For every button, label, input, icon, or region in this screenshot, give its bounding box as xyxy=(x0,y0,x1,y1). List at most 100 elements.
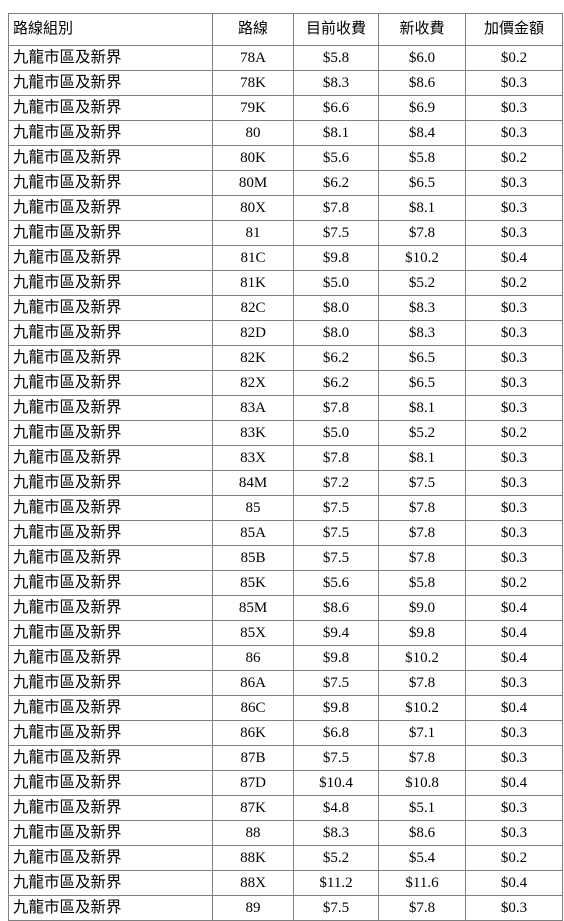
cell-increase: $0.3 xyxy=(465,820,563,846)
table-header-row: 路線組別 路線 目前收費 新收費 加價金額 xyxy=(8,13,563,46)
cell-increase: $0.4 xyxy=(465,620,563,646)
cell-current-fare: $8.3 xyxy=(293,70,379,96)
cell-current-fare: $7.5 xyxy=(293,520,379,546)
cell-route: 83X xyxy=(212,445,294,471)
cell-route-group: 九龍市區及新界 xyxy=(8,570,213,596)
cell-route: 87D xyxy=(212,770,294,796)
column-header-current-fare: 目前收費 xyxy=(293,13,379,46)
cell-increase: $0.3 xyxy=(465,670,563,696)
cell-new-fare: $8.1 xyxy=(378,395,466,421)
cell-increase: $0.3 xyxy=(465,395,563,421)
cell-new-fare: $7.8 xyxy=(378,670,466,696)
cell-new-fare: $5.2 xyxy=(378,420,466,446)
cell-route: 85K xyxy=(212,570,294,596)
cell-route-group: 九龍市區及新界 xyxy=(8,445,213,471)
cell-route-group: 九龍市區及新界 xyxy=(8,870,213,896)
cell-new-fare: $6.9 xyxy=(378,95,466,121)
cell-route: 83A xyxy=(212,395,294,421)
cell-route: 86A xyxy=(212,670,294,696)
cell-current-fare: $9.8 xyxy=(293,645,379,671)
table-row: 九龍市區及新界 82C $8.0 $8.3 $0.3 xyxy=(8,295,563,321)
cell-current-fare: $8.0 xyxy=(293,320,379,346)
cell-increase: $0.3 xyxy=(465,220,563,246)
cell-increase: $0.2 xyxy=(465,570,563,596)
cell-route: 79K xyxy=(212,95,294,121)
column-header-route: 路線 xyxy=(212,13,294,46)
cell-route-group: 九龍市區及新界 xyxy=(8,495,213,521)
cell-increase: $0.3 xyxy=(465,320,563,346)
cell-increase: $0.3 xyxy=(465,445,563,471)
table-row: 九龍市區及新界 78A $5.8 $6.0 $0.2 xyxy=(8,45,563,71)
cell-increase: $0.3 xyxy=(465,195,563,221)
cell-new-fare: $7.1 xyxy=(378,720,466,746)
table-row: 九龍市區及新界 85X $9.4 $9.8 $0.4 xyxy=(8,620,563,646)
cell-new-fare: $11.6 xyxy=(378,870,466,896)
cell-route: 87K xyxy=(212,795,294,821)
cell-route-group: 九龍市區及新界 xyxy=(8,620,213,646)
cell-current-fare: $11.2 xyxy=(293,870,379,896)
cell-increase: $0.3 xyxy=(465,720,563,746)
table-row: 九龍市區及新界 85A $7.5 $7.8 $0.3 xyxy=(8,520,563,546)
cell-current-fare: $4.8 xyxy=(293,795,379,821)
table-row: 九龍市區及新界 86A $7.5 $7.8 $0.3 xyxy=(8,670,563,696)
cell-new-fare: $5.8 xyxy=(378,570,466,596)
table-header: 路線組別 路線 目前收費 新收費 加價金額 xyxy=(8,13,563,46)
table-row: 九龍市區及新界 82K $6.2 $6.5 $0.3 xyxy=(8,345,563,371)
cell-increase: $0.2 xyxy=(465,145,563,171)
cell-new-fare: $8.6 xyxy=(378,820,466,846)
cell-increase: $0.4 xyxy=(465,595,563,621)
cell-increase: $0.3 xyxy=(465,345,563,371)
cell-route-group: 九龍市區及新界 xyxy=(8,170,213,196)
cell-route-group: 九龍市區及新界 xyxy=(8,645,213,671)
table-row: 九龍市區及新界 86 $9.8 $10.2 $0.4 xyxy=(8,645,563,671)
table-row: 九龍市區及新界 83A $7.8 $8.1 $0.3 xyxy=(8,395,563,421)
cell-new-fare: $6.5 xyxy=(378,345,466,371)
cell-increase: $0.2 xyxy=(465,845,563,871)
cell-increase: $0.3 xyxy=(465,495,563,521)
cell-new-fare: $10.2 xyxy=(378,645,466,671)
cell-route: 78A xyxy=(212,45,294,71)
table-row: 九龍市區及新界 80 $8.1 $8.4 $0.3 xyxy=(8,120,563,146)
table-row: 九龍市區及新界 87B $7.5 $7.8 $0.3 xyxy=(8,745,563,771)
cell-route: 82K xyxy=(212,345,294,371)
cell-route: 89 xyxy=(212,895,294,921)
cell-route-group: 九龍市區及新界 xyxy=(8,70,213,96)
cell-increase: $0.4 xyxy=(465,870,563,896)
cell-route: 84M xyxy=(212,470,294,496)
cell-increase: $0.3 xyxy=(465,120,563,146)
cell-route: 87B xyxy=(212,745,294,771)
cell-route-group: 九龍市區及新界 xyxy=(8,320,213,346)
cell-increase: $0.4 xyxy=(465,770,563,796)
table-row: 九龍市區及新界 85K $5.6 $5.8 $0.2 xyxy=(8,570,563,596)
table-row: 九龍市區及新界 80M $6.2 $6.5 $0.3 xyxy=(8,170,563,196)
cell-current-fare: $7.8 xyxy=(293,395,379,421)
cell-increase: $0.3 xyxy=(465,470,563,496)
cell-increase: $0.4 xyxy=(465,695,563,721)
cell-route-group: 九龍市區及新界 xyxy=(8,470,213,496)
cell-current-fare: $9.4 xyxy=(293,620,379,646)
cell-current-fare: $7.5 xyxy=(293,545,379,571)
cell-route: 86 xyxy=(212,645,294,671)
table-row: 九龍市區及新界 85 $7.5 $7.8 $0.3 xyxy=(8,495,563,521)
cell-route: 88X xyxy=(212,870,294,896)
table-row: 九龍市區及新界 88K $5.2 $5.4 $0.2 xyxy=(8,845,563,871)
cell-current-fare: $8.3 xyxy=(293,820,379,846)
cell-current-fare: $5.6 xyxy=(293,145,379,171)
cell-current-fare: $7.5 xyxy=(293,220,379,246)
cell-increase: $0.4 xyxy=(465,245,563,271)
cell-new-fare: $10.8 xyxy=(378,770,466,796)
cell-route-group: 九龍市區及新界 xyxy=(8,270,213,296)
cell-current-fare: $5.8 xyxy=(293,45,379,71)
cell-current-fare: $5.0 xyxy=(293,270,379,296)
cell-increase: $0.3 xyxy=(465,70,563,96)
cell-increase: $0.2 xyxy=(465,270,563,296)
table-body: 九龍市區及新界 78A $5.8 $6.0 $0.2 九龍市區及新界 78K $8.3 $8.6… xyxy=(8,45,563,921)
cell-route: 81 xyxy=(212,220,294,246)
table-row: 九龍市區及新界 82D $8.0 $8.3 $0.3 xyxy=(8,320,563,346)
cell-current-fare: $9.8 xyxy=(293,245,379,271)
cell-route-group: 九龍市區及新界 xyxy=(8,345,213,371)
table-row: 九龍市區及新界 87D $10.4 $10.8 $0.4 xyxy=(8,770,563,796)
cell-route: 88K xyxy=(212,845,294,871)
table-row: 九龍市區及新界 81C $9.8 $10.2 $0.4 xyxy=(8,245,563,271)
cell-route: 83K xyxy=(212,420,294,446)
